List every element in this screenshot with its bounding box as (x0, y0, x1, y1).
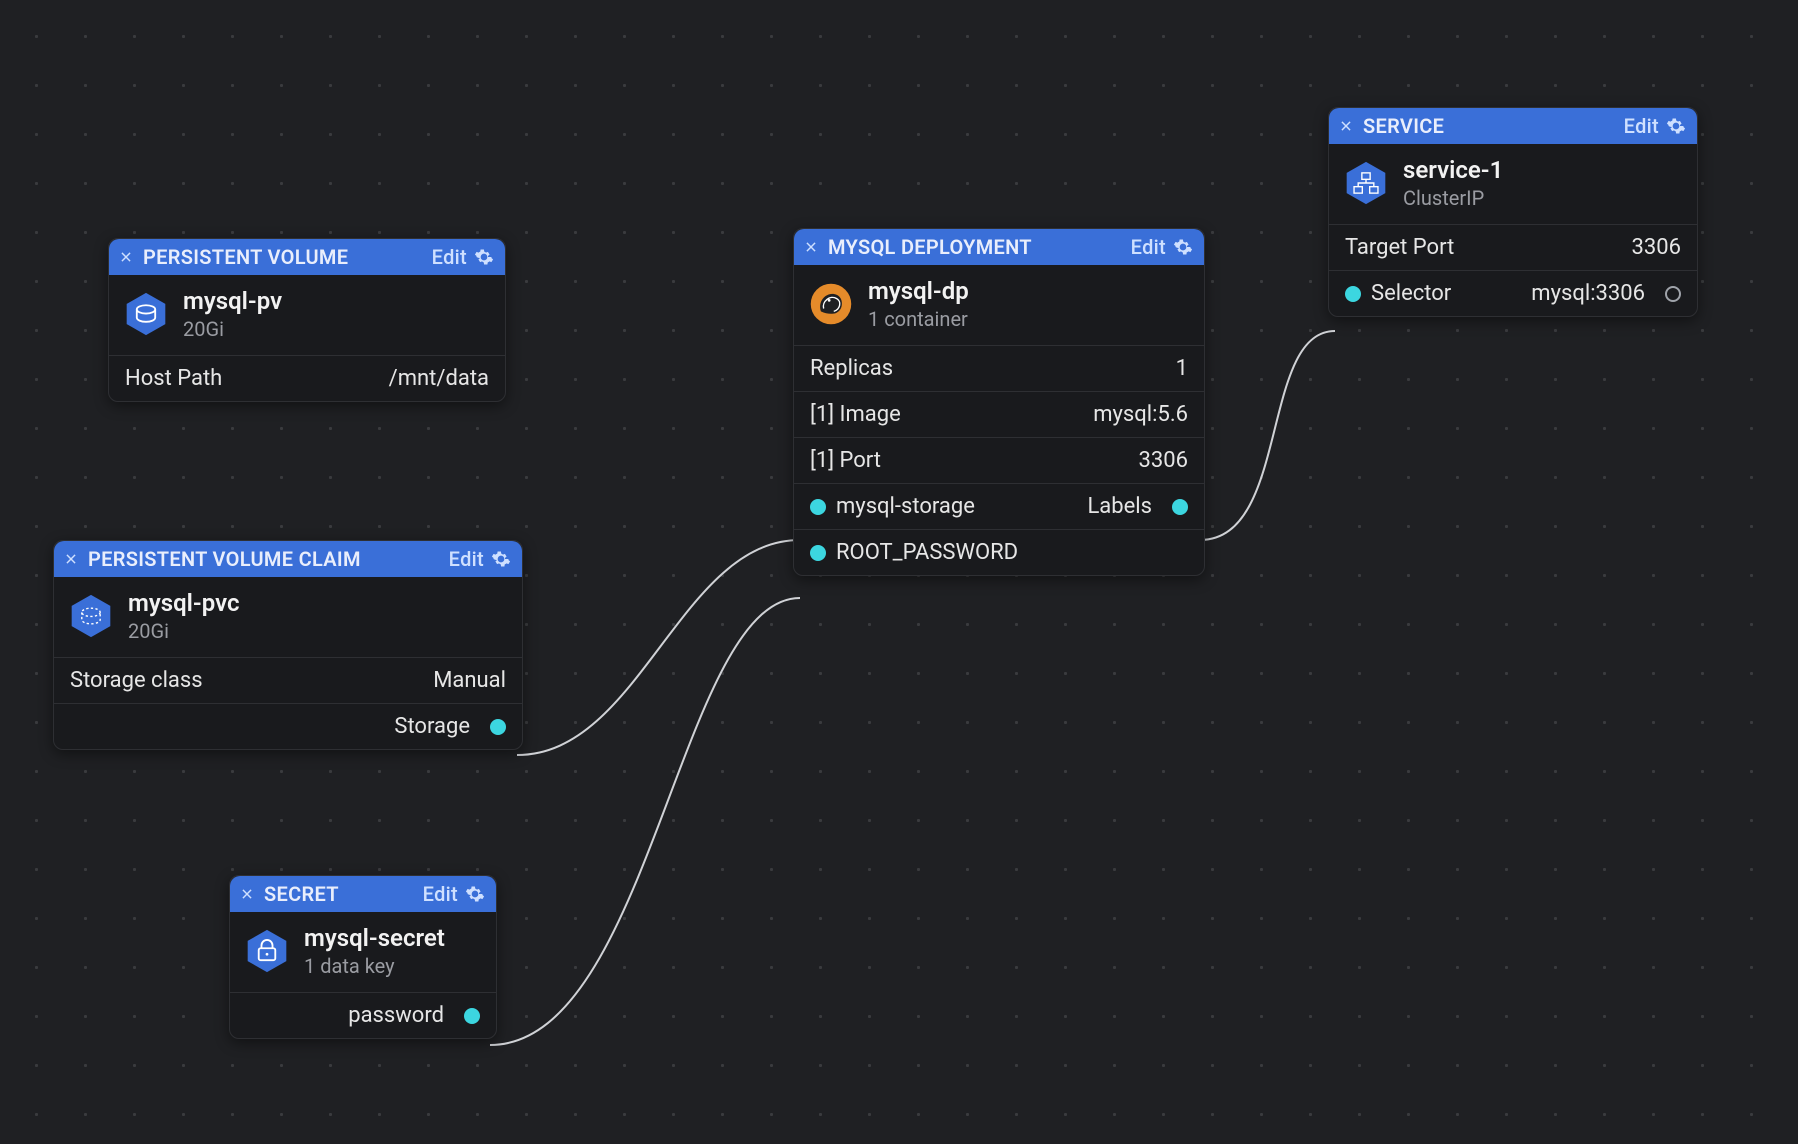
node-service[interactable]: SERVICE Edit service-1 ClusterIP Target (1328, 107, 1698, 317)
node-header: PERSISTENT VOLUME CLAIM Edit (54, 541, 522, 577)
node-identity: service-1 ClusterIP (1329, 144, 1697, 225)
node-subtitle: 1 container (868, 307, 969, 331)
row-key: Target Port (1345, 235, 1454, 260)
database-icon (123, 291, 169, 337)
node-name: mysql-secret (304, 924, 445, 952)
edit-button[interactable]: Edit (432, 245, 467, 269)
port-storage-out[interactable]: Storage (54, 704, 522, 749)
node-header: SECRET Edit (230, 876, 496, 912)
port-in-label: ROOT_PASSWORD (836, 540, 1018, 565)
port-dot-out[interactable] (490, 719, 506, 735)
port-value: mysql:3306 (1531, 281, 1645, 306)
port-row-rootpw: ROOT_PASSWORD (794, 530, 1204, 575)
port-label: Storage (394, 714, 470, 739)
close-icon[interactable] (62, 550, 80, 568)
edit-button[interactable]: Edit (449, 547, 484, 571)
port-dot-out[interactable] (1172, 499, 1188, 515)
port-dot-in[interactable] (810, 499, 826, 515)
edit-button[interactable]: Edit (1624, 114, 1659, 138)
node-name: mysql-pv (183, 287, 282, 315)
pvc-icon (68, 593, 114, 639)
node-identity: mysql-secret 1 data key (230, 912, 496, 993)
node-name: service-1 (1403, 156, 1503, 184)
port-label: password (348, 1003, 444, 1028)
row-hostpath: Host Path /mnt/data (109, 356, 505, 401)
node-title: SECRET (264, 882, 423, 906)
edit-button[interactable]: Edit (423, 882, 458, 906)
node-secret[interactable]: SECRET Edit mysql-secret 1 data key pass… (229, 875, 497, 1039)
row-value: 3306 (1632, 235, 1681, 260)
node-title: PERSISTENT VOLUME (143, 245, 432, 269)
row-key: Replicas (810, 356, 893, 381)
mysql-icon (808, 281, 854, 327)
row-port: [1] Port 3306 (794, 438, 1204, 484)
node-title: PERSISTENT VOLUME CLAIM (88, 547, 449, 571)
row-value: 1 (1176, 356, 1188, 381)
port-row-selector: Selector mysql:3306 (1329, 271, 1697, 316)
port-dot-in[interactable] (1345, 286, 1361, 302)
row-key: [1] Image (810, 402, 901, 427)
node-identity: mysql-pvc 20Gi (54, 577, 522, 658)
close-icon[interactable] (1337, 117, 1355, 135)
port-dot-in[interactable] (810, 545, 826, 561)
node-title: SERVICE (1363, 114, 1624, 138)
node-persistent-volume[interactable]: PERSISTENT VOLUME Edit mysql-pv 20Gi Hos… (108, 238, 506, 402)
edit-button[interactable]: Edit (1131, 235, 1166, 259)
port-row-storage-labels: mysql-storage Labels (794, 484, 1204, 530)
row-value: Manual (433, 668, 506, 693)
node-identity: mysql-pv 20Gi (109, 275, 505, 356)
node-identity: mysql-dp 1 container (794, 265, 1204, 346)
gear-icon[interactable] (464, 883, 486, 905)
port-password-out[interactable]: password (230, 993, 496, 1038)
node-name: mysql-pvc (128, 589, 239, 617)
gear-icon[interactable] (490, 548, 512, 570)
service-icon (1343, 160, 1389, 206)
node-subtitle: 20Gi (128, 619, 239, 643)
node-mysql-deployment[interactable]: MYSQL DEPLOYMENT Edit mysql-dp 1 contain… (793, 228, 1205, 576)
node-subtitle: ClusterIP (1403, 186, 1503, 210)
row-storageclass: Storage class Manual (54, 658, 522, 704)
port-in-label: Selector (1371, 281, 1451, 306)
node-subtitle: 1 data key (304, 954, 445, 978)
port-out-label: Labels (1087, 494, 1152, 519)
node-subtitle: 20Gi (183, 317, 282, 341)
node-header: SERVICE Edit (1329, 108, 1697, 144)
port-dot-out[interactable] (464, 1008, 480, 1024)
row-image: [1] Image mysql:5.6 (794, 392, 1204, 438)
row-key: Storage class (70, 668, 203, 693)
gear-icon[interactable] (1665, 115, 1687, 137)
graph-canvas[interactable]: PERSISTENT VOLUME Edit mysql-pv 20Gi Hos… (0, 0, 1798, 1144)
row-value: 3306 (1139, 448, 1188, 473)
row-key: [1] Port (810, 448, 881, 473)
node-header: PERSISTENT VOLUME Edit (109, 239, 505, 275)
row-value: mysql:5.6 (1093, 402, 1188, 427)
node-name: mysql-dp (868, 277, 969, 305)
close-icon[interactable] (238, 885, 256, 903)
gear-icon[interactable] (1172, 236, 1194, 258)
port-dot-out-empty[interactable] (1665, 286, 1681, 302)
row-key: Host Path (125, 366, 222, 391)
close-icon[interactable] (802, 238, 820, 256)
port-in-label: mysql-storage (836, 494, 975, 519)
node-header: MYSQL DEPLOYMENT Edit (794, 229, 1204, 265)
row-replicas: Replicas 1 (794, 346, 1204, 392)
row-targetport: Target Port 3306 (1329, 225, 1697, 271)
node-title: MYSQL DEPLOYMENT (828, 235, 1131, 259)
gear-icon[interactable] (473, 246, 495, 268)
row-value: /mnt/data (389, 366, 489, 391)
close-icon[interactable] (117, 248, 135, 266)
secret-icon (244, 928, 290, 974)
node-persistent-volume-claim[interactable]: PERSISTENT VOLUME CLAIM Edit mysql-pvc 2… (53, 540, 523, 750)
